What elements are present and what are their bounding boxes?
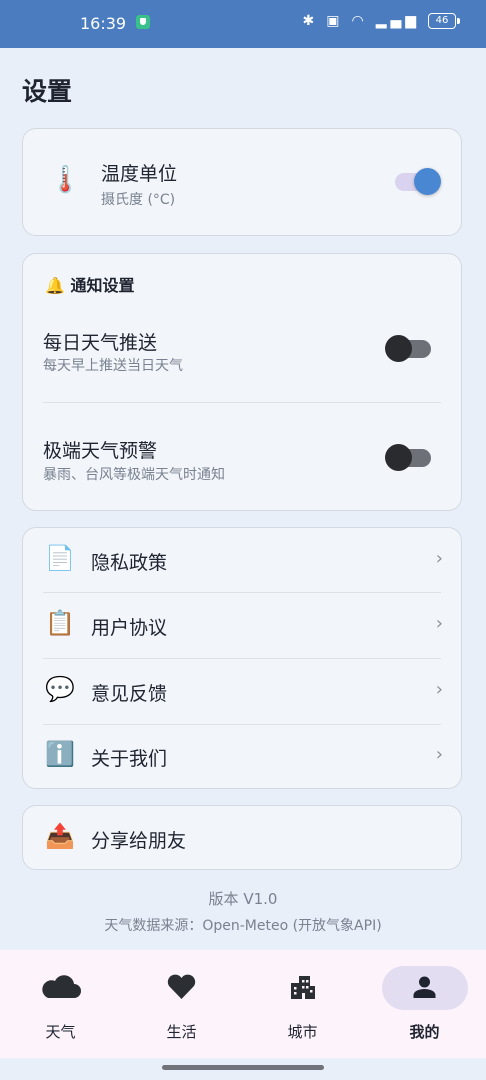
speech-bubble-icon: 💬 [45, 675, 75, 703]
nav-label-city: 城市 [287, 1023, 318, 1041]
bluetooth-icon: ✱ [302, 13, 319, 29]
nav-tab-city[interactable]: 城市 [242, 950, 363, 1058]
toggle-knob [385, 444, 412, 471]
nav-tab-weather[interactable]: 天气 [0, 950, 121, 1058]
daily-push-desc: 每天早上推送当日天气 [43, 358, 183, 374]
chevron-right-icon: › [435, 548, 443, 569]
notification-section-title: 🔔 通知设置 [45, 272, 135, 296]
temperature-unit-label: 温度单位 [101, 163, 178, 185]
divider [43, 402, 441, 403]
city-icon [291, 976, 315, 999]
person-icon [413, 976, 436, 998]
notification-title-text: 通知设置 [70, 276, 135, 295]
user-agreement-row[interactable]: 📋 用户协议 › [23, 593, 461, 658]
privacy-policy-label: 隐私政策 [91, 552, 168, 574]
feedback-row[interactable]: 💬 意见反馈 › [23, 659, 461, 724]
info-icon: ℹ️ [45, 740, 75, 768]
toggle-knob [414, 168, 441, 195]
thermometer-icon: 🌡️ [49, 165, 82, 195]
status-icons: ✱ ▣ ◠ ▂▄▆ 46 [302, 13, 460, 29]
about-us-label: 关于我们 [91, 748, 168, 770]
wifi-icon: ◠ [351, 13, 368, 29]
extreme-weather-label: 极端天气预警 [43, 440, 158, 462]
nav-label-life: 生活 [166, 1023, 197, 1041]
hd-icon: ▣ [326, 13, 344, 29]
about-us-row[interactable]: ℹ️ 关于我们 › [23, 724, 461, 789]
status-bar: 16:39 ✱ ▣ ◠ ▂▄▆ 46 [0, 0, 486, 48]
vpn-shield-icon [136, 15, 150, 29]
toggle-knob [385, 335, 412, 362]
outbox-icon: 📤 [45, 822, 75, 850]
cloud-icon [42, 975, 81, 998]
temperature-unit-card: 🌡️ 温度单位 摄氏度 (°C) [22, 128, 462, 236]
daily-push-toggle[interactable] [385, 335, 431, 362]
heart-icon [167, 974, 196, 999]
home-indicator[interactable] [162, 1065, 324, 1070]
temperature-unit-value: 摄氏度 (°C) [101, 192, 176, 208]
bottom-navigation: 天气 生活 城市 我的 [0, 950, 486, 1058]
extreme-weather-toggle[interactable] [385, 444, 431, 471]
user-agreement-label: 用户协议 [91, 617, 168, 639]
share-label: 分享给朋友 [91, 830, 187, 852]
version-text: 版本 V1.0 [208, 890, 278, 908]
privacy-policy-row[interactable]: 📄 隐私政策 › [23, 528, 461, 593]
nav-label-weather: 天气 [45, 1023, 76, 1041]
temperature-unit-toggle[interactable] [395, 168, 441, 195]
info-links-card: 📄 隐私政策 › 📋 用户协议 › 💬 意见反馈 › ℹ️ 关于我们 › [22, 527, 462, 789]
data-source-text: 天气数据来源：Open-Meteo (开放气象API) [104, 918, 382, 934]
daily-push-label: 每日天气推送 [43, 332, 158, 354]
page-title: 设置 [22, 77, 73, 106]
nav-label-mine: 我的 [409, 1023, 440, 1041]
notification-settings-card: 🔔 通知设置 每日天气推送 每天早上推送当日天气 极端天气预警 暴雨、台风等极端… [22, 253, 462, 511]
feedback-label: 意见反馈 [91, 683, 168, 705]
battery-icon: 46 [428, 13, 460, 29]
nav-tab-life[interactable]: 生活 [121, 950, 242, 1058]
bell-icon: 🔔 [45, 276, 65, 295]
extreme-weather-desc: 暴雨、台风等极端天气时通知 [43, 467, 225, 483]
share-card[interactable]: 📤 分享给朋友 [22, 805, 462, 870]
chevron-right-icon: › [435, 613, 443, 634]
status-time: 16:39 [80, 14, 127, 33]
chevron-right-icon: › [435, 679, 443, 700]
clipboard-icon: 📋 [45, 609, 75, 637]
document-icon: 📄 [45, 544, 75, 572]
signal-icon: ▂▄▆ [375, 13, 420, 29]
nav-tab-mine[interactable]: 我的 [364, 950, 485, 1058]
chevron-right-icon: › [435, 744, 443, 765]
